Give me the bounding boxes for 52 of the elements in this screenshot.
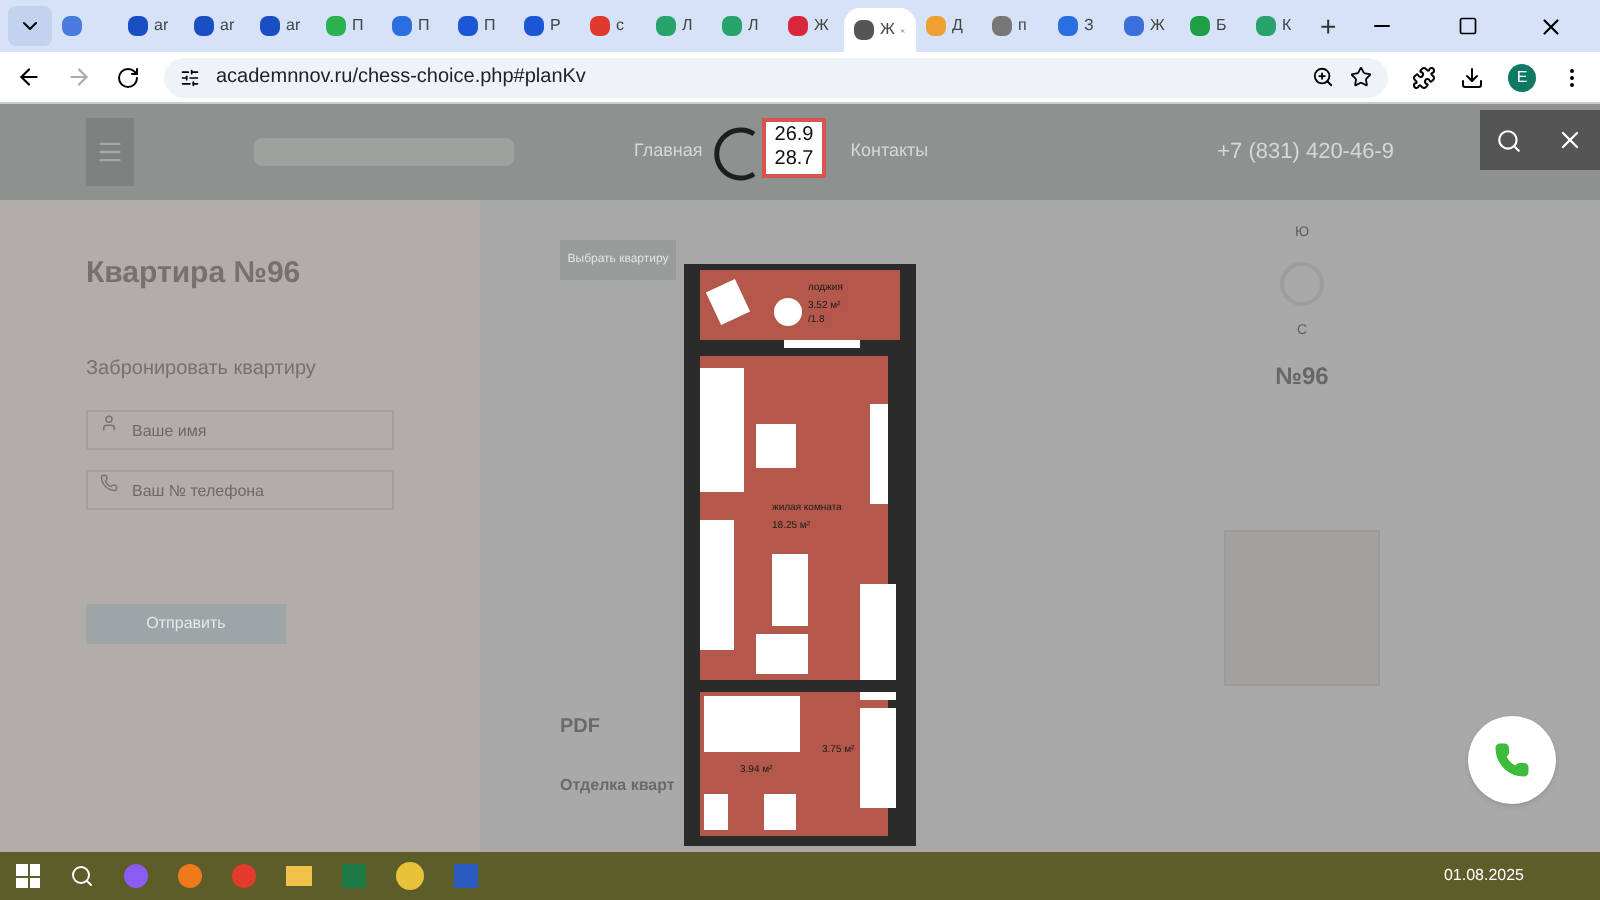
phone-icon	[1494, 742, 1530, 778]
browser-tab[interactable]: К	[1246, 4, 1312, 48]
call-button[interactable]	[1468, 716, 1556, 804]
back-icon[interactable]	[16, 64, 42, 90]
close-window-icon[interactable]	[1538, 13, 1564, 39]
booking-title: Забронировать квартиру	[86, 355, 318, 383]
browser-tab[interactable]: П	[382, 4, 448, 48]
search-icon[interactable]	[70, 864, 94, 888]
reading-value: 28.7	[774, 148, 814, 172]
browser-tab[interactable]: п	[982, 4, 1048, 48]
browser-tab[interactable]: с	[580, 4, 646, 48]
browser-tab[interactable]: ar	[250, 4, 316, 48]
tab-search-button[interactable]	[8, 6, 52, 46]
loading-spinner-icon	[712, 124, 760, 184]
browser-tab[interactable]: Л	[646, 4, 712, 48]
apartment-number: №96	[1275, 360, 1329, 394]
new-tab-button[interactable]: +	[1320, 5, 1337, 47]
browser-tab[interactable]: Ж	[844, 8, 916, 52]
taskbar-date: 01.08.2025	[1443, 864, 1524, 888]
bookmark-icon[interactable]	[1350, 66, 1372, 88]
extensions-icon[interactable]	[1412, 65, 1436, 89]
browser-tab[interactable]: Ж	[778, 4, 844, 48]
finish-title: Отделка кварт	[560, 774, 677, 798]
profile-avatar[interactable]: E	[1508, 63, 1536, 91]
app-icon[interactable]	[396, 862, 424, 890]
site-info-icon[interactable]	[180, 67, 200, 87]
address-text: academnnov.ru/chess-choice.php#planKv	[216, 64, 588, 92]
person-icon	[100, 413, 118, 431]
search-icon[interactable]	[1496, 127, 1523, 153]
browser-tab[interactable]: З	[1048, 4, 1114, 48]
download-icon[interactable]	[1460, 65, 1484, 89]
start-icon[interactable]	[16, 864, 40, 888]
maximize-icon[interactable]	[1458, 16, 1478, 36]
browser-tab[interactable]: Ж	[1114, 4, 1180, 48]
browser-tab[interactable]: ar	[184, 4, 250, 48]
browser-tab[interactable]: Д	[916, 4, 982, 48]
address-bar[interactable]: academnnov.ru/chess-choice.php#planKv	[164, 57, 1388, 97]
input-field[interactable]: Ваше имя	[86, 410, 394, 450]
reading-value: 26.9	[774, 124, 814, 148]
apartment-title: Квартира №96	[86, 254, 303, 294]
zoom-icon[interactable]	[1312, 66, 1334, 88]
browser-tab[interactable]: Р	[514, 4, 580, 48]
browser-tab[interactable]: ar	[118, 4, 184, 48]
browser-tab[interactable]: Б	[1180, 4, 1246, 48]
browser-tab[interactable]: П	[448, 4, 514, 48]
phone-icon	[100, 473, 118, 491]
browser-tab[interactable]: П	[316, 4, 382, 48]
pdf-label: PDF	[560, 714, 602, 742]
browser-tab[interactable]: Л	[712, 4, 778, 48]
reload-icon[interactable]	[116, 65, 140, 89]
menu-icon	[96, 138, 124, 166]
input-field[interactable]: Ваш № телефона	[86, 470, 394, 510]
